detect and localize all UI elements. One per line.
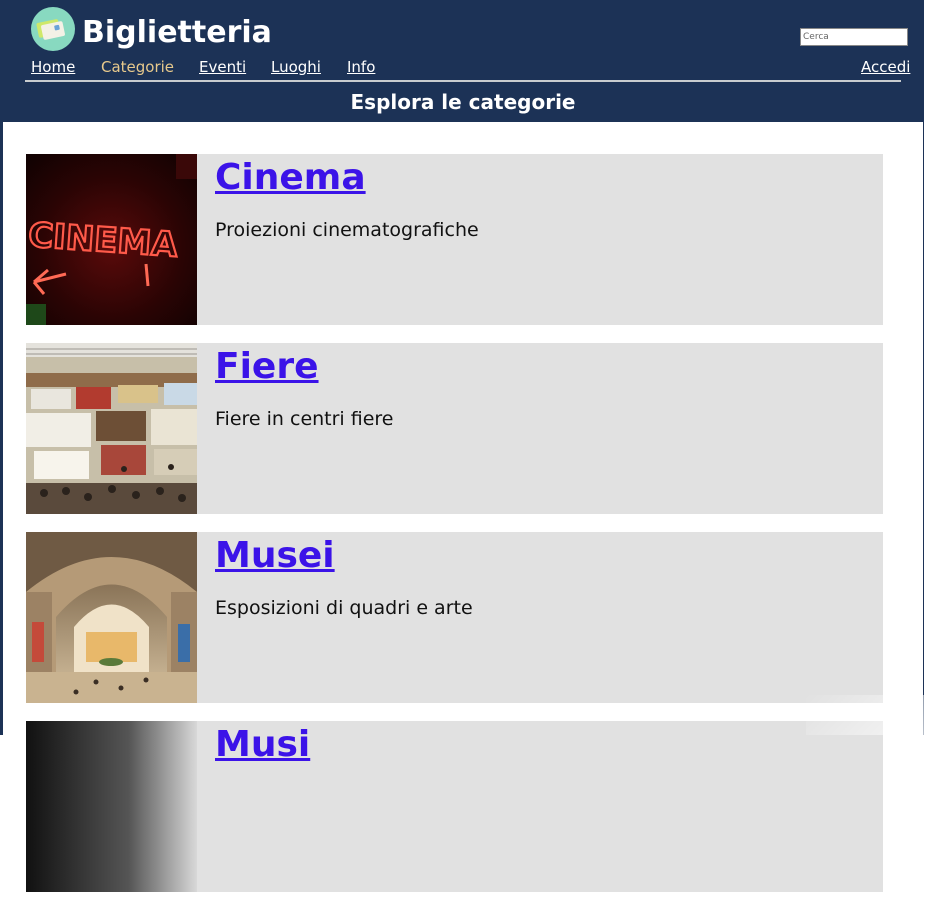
category-title-musica: Musi [215, 723, 310, 767]
category-link-fiere[interactable]: Fiere [215, 346, 319, 387]
musei-image[interactable] [26, 532, 197, 703]
category-link-musica[interactable]: Musi [215, 724, 310, 765]
page-frame-right [923, 0, 924, 735]
site-title[interactable]: Biglietteria [82, 13, 272, 53]
logo-ticket-icon[interactable] [31, 7, 75, 51]
nav-divider [25, 80, 901, 82]
category-description-musei: Esposizioni di quadri e arte [215, 597, 473, 619]
category-card-fiere: Fiere Fiere in centri fiere [26, 343, 883, 514]
category-title-cinema: Cinema [215, 156, 366, 200]
category-description-cinema: Proiezioni cinematografiche [215, 219, 479, 241]
nav-home[interactable]: Home [31, 58, 75, 76]
category-title-musei: Musei [215, 534, 335, 578]
page-subtitle: Esplora le categorie [350, 90, 576, 114]
category-list: CINEMA Cinema Proiezioni cinematografich… [26, 154, 883, 910]
category-description-fiere: Fiere in centri fiere [215, 408, 394, 430]
category-card-musei: Musei Esposizioni di quadri e arte [26, 532, 883, 703]
site-header: Biglietteria Home Categorie Eventi Luogh… [3, 0, 923, 122]
category-card-musica: Musi [26, 721, 883, 892]
fiere-image[interactable] [26, 343, 197, 514]
category-link-cinema[interactable]: Cinema [215, 157, 366, 198]
category-title-fiere: Fiere [215, 345, 319, 389]
category-link-musei[interactable]: Musei [215, 535, 335, 576]
nav-accedi[interactable]: Accedi [861, 58, 910, 76]
nav-info[interactable]: Info [347, 58, 375, 76]
category-card-cinema: CINEMA Cinema Proiezioni cinematografich… [26, 154, 883, 325]
nav-categorie[interactable]: Categorie [101, 58, 174, 76]
nav-eventi[interactable]: Eventi [199, 58, 246, 76]
nav-luoghi[interactable]: Luoghi [271, 58, 321, 76]
musica-image[interactable] [26, 721, 197, 892]
cinema-image[interactable]: CINEMA [26, 154, 197, 325]
search-input[interactable] [800, 28, 908, 46]
